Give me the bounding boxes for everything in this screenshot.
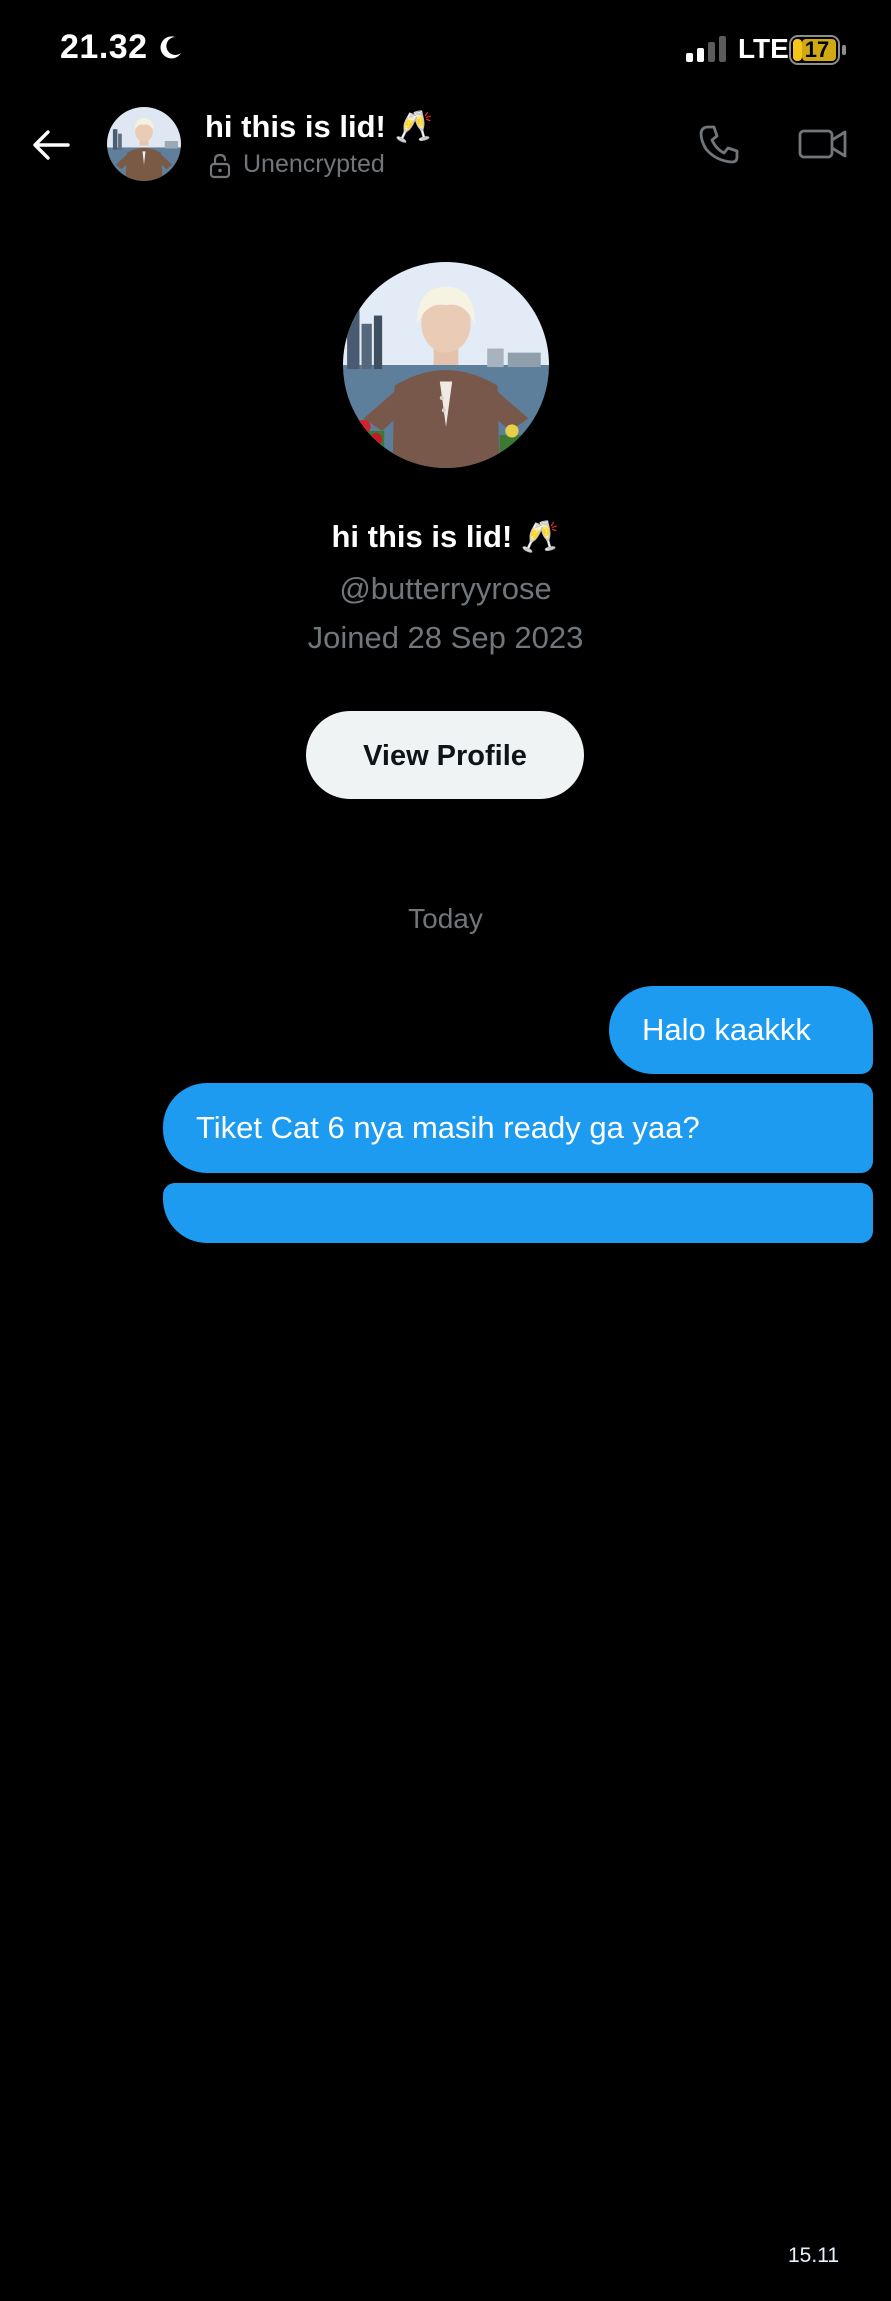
lock-icon <box>209 153 231 179</box>
message-bubble[interactable]: Tiket Cat 6 nya masih ready ga yaa? 15.1… <box>163 1083 873 2267</box>
message-text: Halo kaakkk <box>642 1012 811 1047</box>
header-avatar[interactable] <box>107 107 181 181</box>
message-bubble[interactable]: Halo kaakkk <box>609 986 873 1074</box>
day-separator: Today <box>408 903 483 934</box>
signal-icon <box>686 36 726 62</box>
phone-icon[interactable] <box>696 122 742 168</box>
battery-level: 17 <box>804 37 830 62</box>
encryption-label: Unencrypted <box>243 150 385 178</box>
avatar-photo <box>107 107 181 181</box>
conversation-title[interactable]: hi this is lid! 🥂 <box>205 108 433 145</box>
network-type: LTE <box>738 33 789 64</box>
video-camera-icon[interactable] <box>798 124 848 164</box>
view-profile-button[interactable]: View Profile <box>306 711 584 799</box>
profile-handle: @butterryyrose <box>339 571 552 606</box>
moon-icon <box>160 36 181 59</box>
profile-display-name: hi this is lid! 🥂 <box>331 519 560 554</box>
message-bubble-partial[interactable] <box>163 1183 873 1243</box>
status-bar: 21.32 LTE 17 <box>0 0 891 100</box>
profile-avatar[interactable] <box>343 262 549 468</box>
message-text: Tiket Cat 6 nya masih ready ga yaa? <box>196 1110 700 1145</box>
back-arrow-icon[interactable] <box>28 122 74 168</box>
profile-joined-date: Joined 28 Sep 2023 <box>307 620 584 655</box>
message-timestamp: 15.11 <box>788 2244 839 2267</box>
profile-photo <box>343 262 549 468</box>
status-time: 21.32 <box>60 28 148 66</box>
